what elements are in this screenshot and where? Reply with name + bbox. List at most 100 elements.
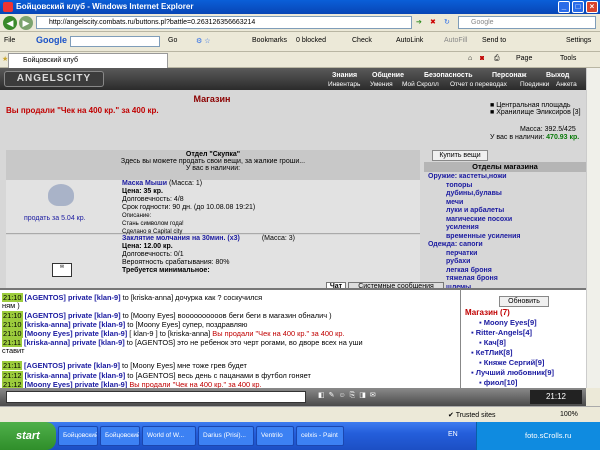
location-central[interactable]: ■ Центральная площадь — [490, 102, 581, 109]
chat-input[interactable] — [6, 391, 306, 403]
send-to-button[interactable]: Send to — [482, 37, 506, 44]
buy-items-button[interactable]: Купить вещи — [432, 150, 488, 161]
section-link[interactable]: топоры — [424, 182, 586, 191]
taskbar-item[interactable]: World of W... — [142, 426, 196, 446]
location-links: ■ Центральная площадь ■ Хранилище Эликси… — [490, 102, 581, 116]
online-user[interactable]: ▪ Moony Eyes[9] — [465, 318, 585, 328]
section-link[interactable]: усиления — [424, 224, 586, 233]
menu-profile[interactable]: Анкета — [556, 81, 577, 89]
feeds-icon[interactable]: ◙ — [480, 55, 484, 62]
section-link[interactable]: тяжелая броня — [424, 275, 586, 284]
refresh-icon[interactable]: ↻ — [444, 18, 450, 26]
bookmarks-button[interactable]: Bookmarks — [252, 37, 287, 44]
online-user[interactable]: ▪ Кач[8] — [465, 338, 585, 348]
section-link[interactable]: рубахи — [424, 258, 586, 267]
section-link[interactable]: луки и арбалеты — [424, 207, 586, 216]
back-icon[interactable]: ◀ — [3, 16, 17, 30]
location-elixir[interactable]: ■ Хранилище Эликсиров [3] — [490, 109, 581, 116]
chat-nick[interactable]: [Moony Eyes] — [25, 329, 73, 338]
taskbar-item[interactable]: Darius (Prisi)... — [198, 426, 254, 446]
maximize-button[interactable]: □ — [572, 1, 584, 13]
menu-skills[interactable]: Умения — [370, 81, 393, 89]
site-header: ANGELSCITY Знания Общение Безопасность П… — [0, 68, 586, 90]
close-button[interactable]: × — [586, 1, 598, 13]
chat-line: 21:11 [kriska-anna] private [klan-9] to … — [2, 338, 363, 347]
chat-line: 21:11 [AGENTOS] private [klan-9] to [Moo… — [2, 361, 247, 370]
taskbar-item[interactable]: Ventrilo — [256, 426, 294, 446]
forward-icon[interactable]: ▶ — [19, 16, 33, 30]
settings-button[interactable]: Settings — [566, 37, 591, 44]
page-menu[interactable]: Page — [516, 55, 532, 62]
go-icon[interactable]: ➔ — [416, 18, 422, 26]
section-link[interactable]: временные усиления — [424, 233, 586, 242]
chat-private-tag: private [klan-9] — [74, 329, 128, 338]
tools-menu[interactable]: Tools — [560, 55, 576, 62]
chat-nick[interactable]: [AGENTOS] — [24, 361, 65, 370]
google-search-input[interactable] — [70, 36, 160, 47]
zoom-level[interactable]: 100% — [560, 411, 578, 418]
search-input[interactable]: Google — [458, 16, 596, 29]
google-go-button[interactable]: Go — [168, 37, 177, 44]
language-indicator[interactable]: EN — [448, 431, 458, 438]
chat-nick[interactable]: [kriska-anna] — [24, 338, 70, 347]
stop-icon[interactable]: ✖ — [430, 18, 436, 26]
chat-nick[interactable]: [AGENTOS] — [25, 293, 66, 302]
home-icon[interactable]: ⌂ — [468, 55, 472, 62]
menu-security[interactable]: Безопасность — [424, 72, 473, 80]
online-user[interactable]: ▪ фиол[10] — [465, 378, 585, 388]
site-logo: ANGELSCITY — [4, 71, 104, 87]
file-menu[interactable]: File — [4, 37, 15, 44]
item1-name[interactable]: Маска Мыши — [122, 180, 167, 187]
online-user[interactable]: ▪ Ritter-Angels[4] — [465, 328, 585, 338]
online-user[interactable]: ▪ КеТЛиК[8] — [465, 348, 585, 358]
taskbar-item[interactable]: Бойцовский кл... — [58, 426, 98, 446]
app-icon — [3, 2, 13, 12]
item1-mass: (Масса: 1) — [168, 180, 203, 187]
user-list: ▪ Moony Eyes[9] ▪ Ritter-Angels[4] ▪ Кач[8… — [465, 318, 585, 388]
chat-nick[interactable]: [kriska-anna] — [25, 320, 71, 329]
taskbar-item[interactable]: Бойцовский... — [100, 426, 140, 446]
section-link[interactable]: магические посохи — [424, 216, 586, 225]
autolink-button[interactable]: AutoLink — [396, 37, 423, 44]
taskbar-item[interactable]: celxis - Paint — [296, 426, 344, 446]
check-button[interactable]: Check — [352, 37, 372, 44]
menu-exit[interactable]: Выход — [546, 72, 569, 80]
menu-knowledge[interactable]: Знания — [332, 72, 357, 80]
section-link[interactable]: легкая броня — [424, 267, 586, 276]
chat-toolbar-icons[interactable]: ◧✎☺⎘◨✉ — [318, 391, 478, 403]
section-link[interactable]: дубины,булавы — [424, 190, 586, 199]
refresh-button[interactable]: Обновить — [499, 296, 549, 307]
weight-text: Масса: 392.5/425 — [520, 126, 576, 133]
menu-my-scroll[interactable]: Мой Скролл — [402, 81, 439, 89]
item2-info: Заклятие молчания на 30мин. (x3) (Масса:… — [122, 235, 295, 275]
item1-term: Срок годности: 90 дн. (до 10.08.08 19:21… — [122, 204, 256, 211]
dept-subtitle: Здесь вы можете продать свои вещи, за жа… — [120, 158, 306, 165]
section-link[interactable]: Одежда: сапоги — [424, 241, 586, 250]
menu-fights[interactable]: Поединки — [520, 81, 549, 89]
minimize-button[interactable]: _ — [558, 1, 570, 13]
menu-transfers[interactable]: Отчет о переводах — [450, 81, 507, 89]
chat-line: 21:10 [AGENTOS] private [klan-9] to [kri… — [2, 293, 262, 302]
address-input[interactable]: http://angelscity.combats.ru/buttons.pl?… — [36, 16, 412, 29]
menu-inventory[interactable]: Инвентарь — [328, 81, 360, 89]
menu-chat[interactable]: Общение — [372, 72, 404, 80]
sell-mouse-mask-link[interactable]: продать за 5.04 кр. — [24, 215, 86, 222]
popup-blocked[interactable]: 0 blocked — [296, 37, 326, 44]
chat-input-bar: ◧✎☺⎘◨✉ 21:12 — [0, 388, 586, 406]
print-icon[interactable]: ⎙ — [494, 55, 500, 63]
chat-nick[interactable]: [AGENTOS] — [25, 311, 66, 320]
chat-nick[interactable]: [kriska-anna] — [25, 371, 71, 380]
online-user[interactable]: ▪ Лучший любовник[9] — [465, 368, 585, 378]
section-link[interactable]: перчатки — [424, 250, 586, 259]
page-scrollbar[interactable] — [586, 68, 600, 388]
section-link[interactable]: мечи — [424, 199, 586, 208]
section-link[interactable]: Оружие: кастеты,ножи — [424, 173, 586, 182]
toolbar-icons[interactable]: ⚙ ☆ — [196, 37, 211, 45]
item-row-silence: ✉ Заклятие молчания на 30мин. (x3) (Масс… — [6, 235, 420, 288]
start-button[interactable]: start — [0, 422, 56, 450]
menu-character[interactable]: Персонаж — [492, 72, 526, 80]
online-user[interactable]: ▪ Княже Сергий[9] — [465, 358, 585, 368]
autofill-button[interactable]: AutoFill — [444, 37, 467, 44]
item2-name[interactable]: Заклятие молчания на 30мин. (x3) — [122, 235, 240, 242]
tab-fightclub[interactable]: Бойцовский клуб — [8, 53, 168, 68]
